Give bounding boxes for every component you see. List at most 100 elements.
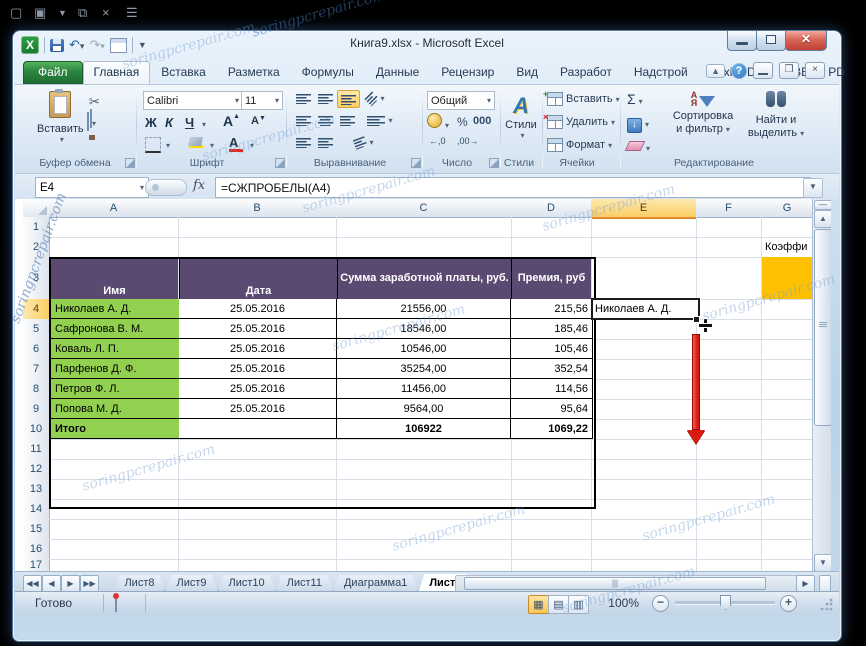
row-header-8[interactable]: 8 (23, 379, 50, 400)
dialog-launcher-icon[interactable] (125, 158, 135, 168)
cell-g2[interactable]: Коэффи (765, 237, 813, 257)
currency-button[interactable]: ▾ (427, 113, 449, 133)
scroll-down-icon[interactable]: ▼ (814, 554, 831, 571)
row-header-4[interactable]: 4 (23, 299, 51, 320)
grow-font-button[interactable]: A▲ (223, 113, 240, 129)
zoom-in-icon[interactable]: + (780, 595, 797, 612)
cell-a9[interactable]: Попова М. Д. (51, 399, 183, 419)
borders-chevron-icon[interactable]: ▾ (166, 141, 170, 150)
shrink-font-button[interactable]: A▼ (251, 115, 266, 127)
styles-button[interactable]: A Стили ▾ (505, 93, 537, 140)
horizontal-scroll-thumb[interactable] (464, 577, 766, 590)
cell-d6[interactable]: 105,46 (511, 339, 593, 359)
restore-button[interactable] (756, 31, 786, 51)
column-header-f[interactable]: F (696, 199, 762, 218)
table-header-bonus[interactable]: Премия, руб (511, 259, 591, 299)
cell-b7[interactable]: 25.05.2016 (179, 359, 337, 379)
collapse-ribbon-icon[interactable]: ▲ (706, 64, 725, 78)
row-header-9[interactable]: 9 (23, 399, 50, 420)
doc-minimize-button[interactable] (753, 62, 773, 79)
cell-d5[interactable]: 185,46 (511, 319, 593, 339)
horizontal-scrollbar[interactable] (455, 575, 797, 592)
cell-g3-orange[interactable] (762, 257, 813, 299)
row-header-7[interactable]: 7 (23, 359, 50, 380)
page-break-view-icon[interactable]: ▥ (568, 595, 589, 614)
align-right-button[interactable] (337, 112, 358, 128)
cell-b6[interactable]: 25.05.2016 (179, 339, 337, 359)
column-header-b[interactable]: B (178, 199, 337, 218)
tab-data[interactable]: Данные (365, 61, 430, 84)
zoom-slider-thumb[interactable] (720, 595, 731, 610)
tab-view[interactable]: Вид (505, 61, 549, 84)
align-bottom-button[interactable] (337, 90, 360, 108)
cell-c5[interactable]: 18546,00 (337, 319, 511, 339)
host-menu-icon[interactable]: ☰ (126, 2, 138, 24)
normal-view-icon[interactable]: ▦ (528, 595, 549, 614)
decrease-indent-button[interactable] (293, 134, 314, 150)
orientation-button[interactable]: ▾ (365, 90, 386, 106)
cell-d8[interactable]: 114,56 (511, 379, 593, 399)
cell-b8[interactable]: 25.05.2016 (179, 379, 337, 399)
font-size-combo[interactable]: 11▾ (241, 91, 283, 110)
fill-button[interactable]: ↓▾ (627, 114, 649, 133)
insert-cells-button[interactable]: + Вставить▾ (547, 92, 620, 106)
scroll-up-icon[interactable]: ▲ (814, 210, 831, 228)
cell-d7[interactable]: 352,54 (511, 359, 593, 379)
fill-color-button[interactable] (189, 137, 203, 148)
zoom-level[interactable]: 100% (608, 596, 639, 610)
cell-b5[interactable]: 25.05.2016 (179, 319, 337, 339)
table-header-salary[interactable]: Сумма заработной платы, руб. (337, 259, 511, 299)
row-header-3[interactable]: 3 (23, 257, 50, 300)
cell-c8[interactable]: 11456,00 (337, 379, 511, 399)
minimize-button[interactable] (727, 31, 757, 51)
row-header-11[interactable]: 11 (23, 439, 50, 460)
column-header-a[interactable]: A (49, 199, 179, 218)
host-fullscreen-icon[interactable]: ⧉ (78, 2, 87, 24)
tab-home[interactable]: Главная (83, 61, 151, 84)
cell-b10[interactable] (179, 419, 337, 439)
column-header-e[interactable]: E (591, 199, 697, 219)
sheet-tab-list9[interactable]: Лист9 (165, 575, 217, 593)
italic-button[interactable]: К (165, 115, 173, 130)
table-header-name[interactable]: Имя (51, 259, 178, 302)
delete-cells-button[interactable]: × Удалить▾ (547, 115, 615, 129)
tab-insert[interactable]: Вставка (150, 61, 217, 84)
row-header-16[interactable]: 16 (23, 539, 50, 560)
close-button[interactable]: ✕ (785, 31, 827, 51)
format-cells-button[interactable]: Формат▾ (547, 138, 612, 152)
name-box[interactable]: E4 ▾ (35, 177, 149, 198)
dialog-launcher-icon[interactable] (411, 158, 421, 168)
row-header-10[interactable]: 10 (23, 419, 50, 440)
sort-filter-button[interactable]: АЯ Сортировка и фильтр▾ (667, 91, 739, 136)
vertical-scroll-thumb[interactable] (814, 229, 831, 426)
column-header-g[interactable]: G (761, 199, 814, 218)
cell-a10-total[interactable]: Итого (51, 419, 183, 439)
host-window-icon[interactable]: ▢ (10, 2, 22, 24)
thousands-button[interactable]: 000 (473, 115, 491, 127)
split-handle[interactable]: — (814, 200, 831, 210)
cell-a6[interactable]: Коваль Л. П. (51, 339, 183, 359)
bold-button[interactable]: Ж (145, 115, 157, 130)
row-header-17[interactable]: 17 (23, 559, 50, 571)
underline-chevron-icon[interactable]: ▾ (202, 120, 206, 129)
doc-restore-button[interactable]: ❒ (779, 62, 799, 79)
formula-input[interactable]: =СЖПРОБЕЛЫ(A4) (215, 177, 811, 198)
row-header-14[interactable]: 14 (23, 499, 50, 520)
clear-button[interactable]: ▾ (627, 138, 650, 156)
sheet-tab-diagram1[interactable]: Диаграмма1 (333, 575, 418, 593)
align-center-button[interactable] (315, 112, 336, 128)
cell-a8[interactable]: Петров Ф. Л. (51, 379, 183, 399)
decrease-decimal-button[interactable]: ,00→ (457, 137, 479, 146)
doc-close-button[interactable]: × (805, 62, 825, 79)
cell-c10-total[interactable]: 106922 (337, 419, 511, 439)
align-top-button[interactable] (293, 90, 314, 106)
row-header-2[interactable]: 2 (23, 237, 50, 258)
increase-indent-button[interactable] (315, 134, 336, 150)
row-header-1[interactable]: 1 (23, 217, 50, 238)
cell-c7[interactable]: 35254,00 (337, 359, 511, 379)
table-header-date[interactable]: Дата (179, 259, 337, 302)
borders-icon[interactable] (145, 137, 161, 153)
copy-button[interactable]: ▾ (87, 113, 96, 131)
tab-review[interactable]: Рецензир (430, 61, 505, 84)
row-header-15[interactable]: 15 (23, 519, 50, 540)
